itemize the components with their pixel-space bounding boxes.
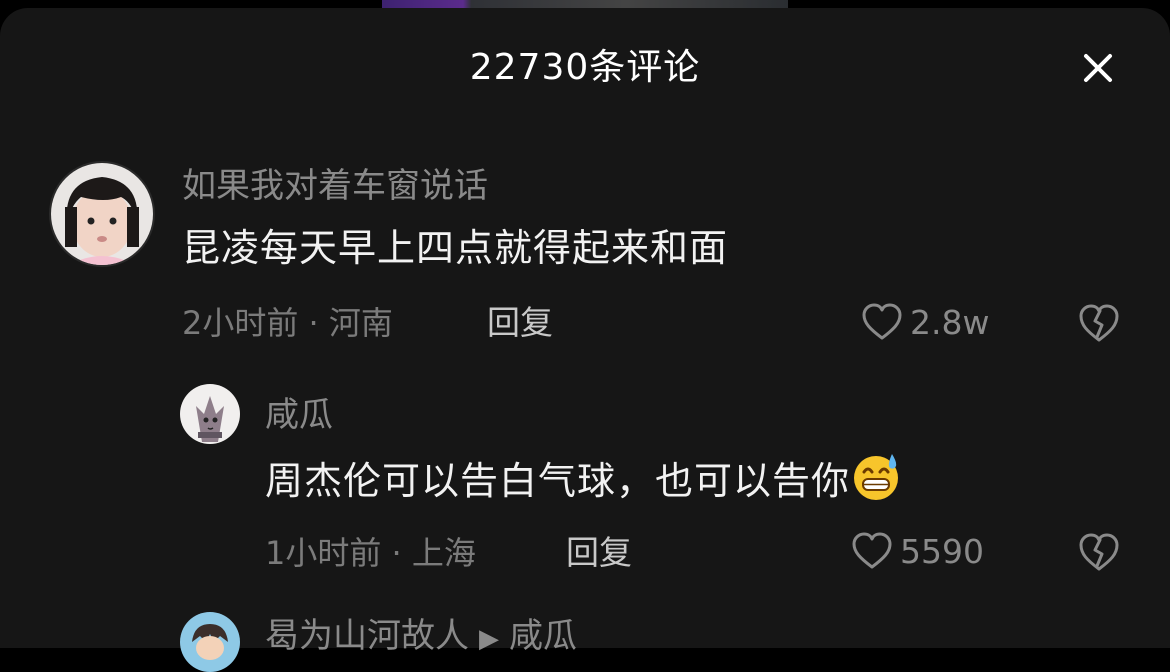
comment-meta: 2小时前 · 河南 xyxy=(182,304,393,342)
broken-heart-icon[interactable] xyxy=(1076,530,1122,576)
reply-text-body: 周杰伦可以告白气球，也可以告你 xyxy=(265,459,851,503)
video-preview-strip xyxy=(382,0,788,8)
like-count: 2.8w xyxy=(910,303,990,342)
broken-heart-icon[interactable] xyxy=(1076,301,1122,347)
comments-count-title: 22730条评论 xyxy=(469,47,701,88)
comment-username[interactable]: 如果我对着车窗说话 xyxy=(182,164,488,208)
child-avatar[interactable] xyxy=(49,161,155,267)
reply-button[interactable]: 回复 xyxy=(566,532,632,574)
grinning-sweat-emoji xyxy=(854,454,899,500)
like-button[interactable]: 2.8w xyxy=(860,299,989,347)
like-count: 5590 xyxy=(900,532,984,571)
comment-text: 昆凌每天早上四点就得起来和面 xyxy=(182,226,729,270)
reply-button[interactable]: 回复 xyxy=(487,302,553,344)
close-icon[interactable] xyxy=(1078,48,1118,88)
heart-outline-icon xyxy=(862,303,902,340)
reply-meta: 1小时前 · 上海 xyxy=(265,534,476,572)
cartoon-avatar[interactable] xyxy=(180,612,240,672)
heart-outline-icon xyxy=(852,532,892,569)
reply-text: 周杰伦可以告白气球，也可以告你 xyxy=(265,450,902,507)
like-button[interactable]: 5590 xyxy=(850,528,984,576)
reply-username[interactable]: 咸瓜 xyxy=(265,393,333,437)
reply2-username-line: 曷为山河故人 ▶ 咸瓜 xyxy=(265,614,577,661)
reply2-username[interactable]: 曷为山河故人 xyxy=(265,616,469,656)
cat-avatar[interactable] xyxy=(180,384,240,444)
play-arrow-icon: ▶ xyxy=(479,624,499,654)
reply2-target[interactable]: 咸瓜 xyxy=(509,616,577,656)
